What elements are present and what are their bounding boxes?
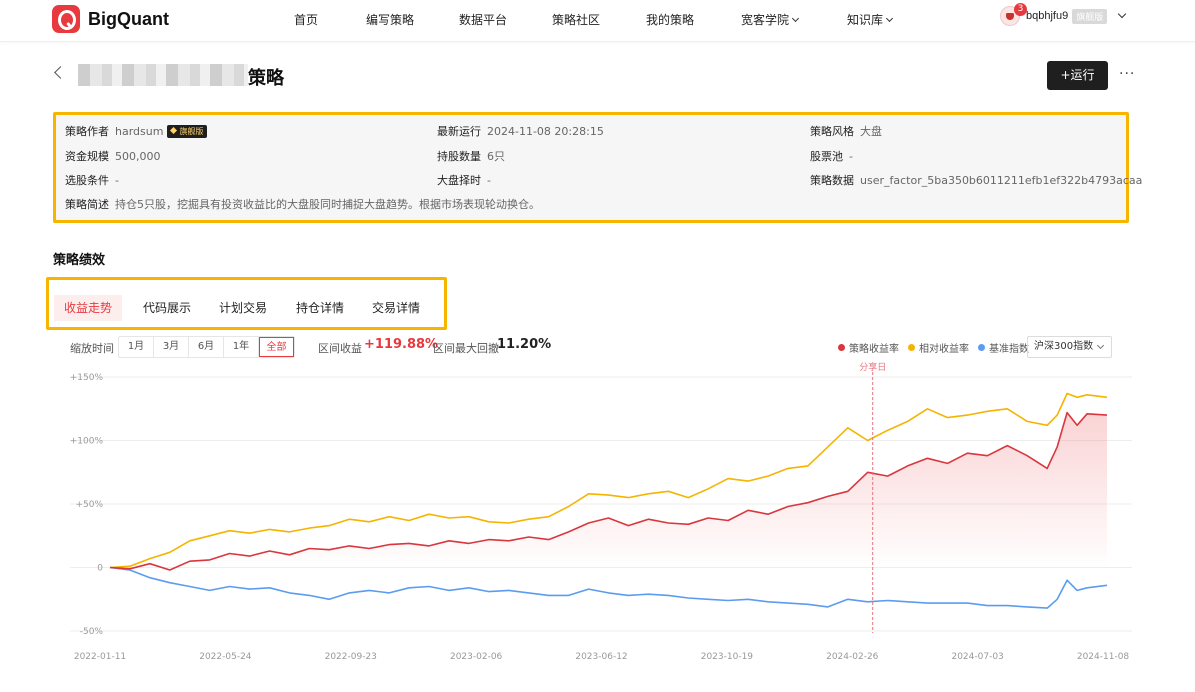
nav-item-data-platform[interactable]: 数据平台 (459, 11, 507, 28)
chevron-down-icon (791, 14, 800, 23)
x-tick-label: 2024-11-08 (1077, 652, 1130, 662)
nav-item-my-strategy[interactable]: 我的策略 (646, 11, 694, 28)
max-drawdown-label: 区间最大回撤 (433, 342, 499, 355)
tab-positions[interactable]: 持仓详情 (287, 295, 353, 321)
max-drawdown-value: 11.20% (497, 337, 552, 352)
author-vip-badge: 旗舰版 (167, 125, 208, 138)
performance-tabs: 收益走势 代码展示 计划交易 持仓详情 交易详情 (46, 277, 447, 330)
nav-item-community[interactable]: 策略社区 (552, 11, 600, 28)
x-tick-label: 2022-09-23 (325, 652, 377, 662)
legend-dot-icon (908, 344, 915, 351)
top-nav: BigQuant 首页 编写策略 数据平台 策略社区 我的策略 宽客学院 知识库… (0, 0, 1195, 42)
info-description: 策略简述 持仓5只股，挖掘具有投资收益比的大盘股同时捕捉大盘趋势。根据市场表现轮动… (65, 198, 540, 211)
avatar[interactable]: 3 (1000, 3, 1027, 26)
redacted-title-part (78, 64, 248, 86)
tab-planned-trades[interactable]: 计划交易 (210, 295, 276, 321)
x-tick-label: 2022-05-24 (199, 652, 252, 662)
benchmark-line (109, 566, 1108, 609)
chevron-down-icon (1096, 341, 1105, 350)
info-capital: 资金规模 500,000 (65, 150, 161, 163)
tab-trade-details[interactable]: 交易详情 (363, 295, 429, 321)
range-1y[interactable]: 1年 (224, 337, 259, 357)
chevron-down-icon (885, 14, 894, 23)
nav-item-knowledge[interactable]: 知识库 (847, 11, 894, 28)
info-filter: 选股条件 - (65, 174, 119, 187)
x-tick-label: 2023-06-12 (575, 652, 627, 662)
chart-legend: 策略收益率 相对收益率 基准指数 (838, 340, 1029, 355)
info-style: 策略风格 大盘 (810, 125, 882, 138)
info-holdings: 持股数量 6只 (437, 150, 505, 163)
user-name: bqbhjfu9 (1026, 10, 1069, 22)
legend-strategy[interactable]: 策略收益率 (838, 340, 899, 355)
strategy-info-panel: 策略作者 hardsum 旗舰版 最新运行 2024-11-08 20:28:15 策… (53, 112, 1142, 223)
legend-relative[interactable]: 相对收益率 (908, 340, 969, 355)
y-tick-label: +100% (70, 437, 104, 447)
logo-text: BigQuant (88, 8, 169, 29)
range-all[interactable]: 全部 (259, 337, 294, 357)
returns-chart[interactable]: +150% +100% +50% 0 -50% 2022-01-11 2022-05-24… (0, 358, 1195, 668)
info-last-run: 最新运行 2024-11-08 20:28:15 (437, 125, 604, 138)
strategy-area (110, 412, 1107, 570)
x-tick-label: 2024-07-03 (951, 652, 1003, 662)
strategy-area-fill (110, 412, 1107, 570)
y-tick-label: +150% (70, 373, 104, 383)
benchmark-select[interactable]: 沪深300指数 (1027, 336, 1112, 358)
bigquant-logo-icon (52, 5, 80, 33)
info-author: 策略作者 hardsum 旗舰版 (65, 123, 208, 139)
info-data: 策略数据 user_factor_5ba350b6011211efb1ef322b… (810, 174, 1143, 187)
zoom-label: 缩放时间 (70, 342, 114, 355)
nav-item-home[interactable]: 首页 (294, 11, 318, 28)
range-6m[interactable]: 6月 (189, 337, 224, 357)
tab-code[interactable]: 代码展示 (134, 295, 200, 321)
range-1m[interactable]: 1月 (119, 337, 154, 357)
legend-benchmark[interactable]: 基准指数 (978, 340, 1029, 355)
chevron-down-icon[interactable] (1117, 9, 1127, 19)
x-tick-label: 2023-10-19 (701, 652, 754, 662)
x-tick-label: 2022-01-11 (74, 652, 126, 662)
share-day-label: 分享日 (859, 361, 886, 373)
y-tick-label: 0 (97, 564, 103, 574)
interval-return-label: 区间收益 (318, 342, 362, 355)
page-title: 策略 (248, 68, 284, 89)
gem-icon (170, 126, 178, 135)
range-selector: 1月 3月 6月 1年 全部 (118, 336, 295, 358)
x-tick-label: 2024-02-26 (826, 652, 879, 662)
more-icon[interactable]: ··· (1119, 66, 1135, 82)
back-icon[interactable] (54, 66, 67, 79)
section-title: 策略绩效 (53, 253, 106, 268)
logo[interactable]: BigQuant (52, 5, 169, 33)
legend-dot-icon (838, 344, 845, 351)
info-timing: 大盘择时 - (437, 174, 491, 187)
notification-badge: 3 (1014, 3, 1027, 16)
y-tick-label: +50% (75, 500, 103, 510)
y-tick-label: -50% (80, 627, 104, 637)
tab-returns[interactable]: 收益走势 (54, 295, 122, 321)
chart-toolbar: 缩放时间 1月 3月 6月 1年 全部 区间收益 +119.88% 区间最大回撤… (0, 336, 1195, 358)
interval-return-value: +119.88% (364, 337, 439, 352)
info-pool: 股票池 - (810, 150, 853, 163)
legend-dot-icon (978, 344, 985, 351)
x-axis: 2022-01-11 2022-05-24 2022-09-23 2023-02-06… (74, 652, 1130, 662)
range-3m[interactable]: 3月 (154, 337, 189, 357)
nav-item-write-strategy[interactable]: 编写策略 (366, 11, 414, 28)
nav-item-academy[interactable]: 宽客学院 (741, 11, 800, 28)
user-vip-tag: 旗舰版 (1072, 8, 1108, 24)
x-tick-label: 2023-02-06 (450, 652, 503, 662)
user-menu[interactable]: 3 bqbhjfu9 旗舰版 (1000, 3, 1127, 26)
y-axis: +150% +100% +50% 0 -50% (70, 373, 104, 637)
run-button[interactable]: +运行 (1047, 61, 1108, 90)
